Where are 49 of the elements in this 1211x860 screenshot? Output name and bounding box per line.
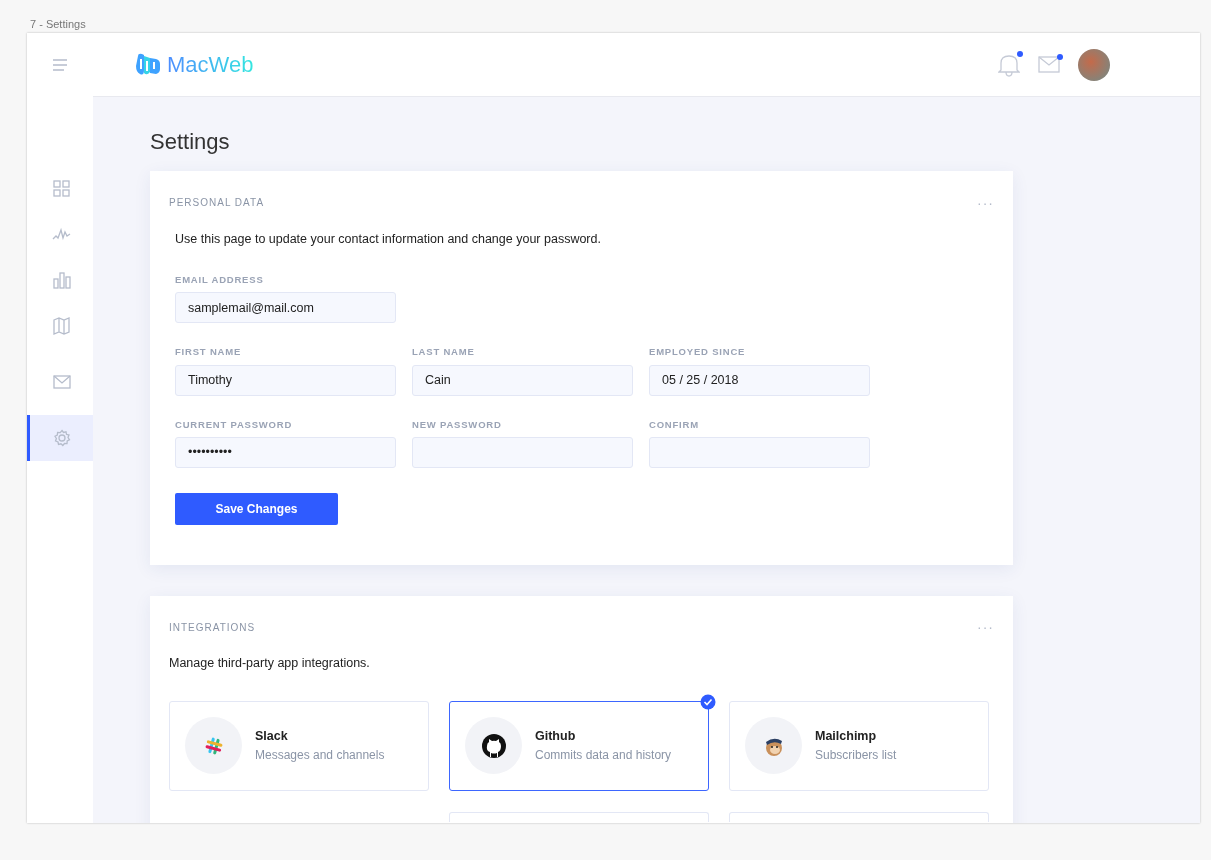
integration-name: Mailchimp [815,728,878,746]
integration-tile[interactable]: Slack Messages and channels [169,700,429,791]
section-description: Manage third-party app integrations. [169,654,371,672]
cat-logo-icon [480,732,507,759]
integration-tile[interactable] [449,811,709,822]
field-label: FIRST NAME [175,345,243,360]
field-label: CURRENT PASSWORD [175,417,294,432]
input-field[interactable]: 05 / 25 / 2018 [649,364,870,396]
field-label: NEW PASSWORD [412,417,503,432]
integration-description: Commits data and history [535,747,672,764]
input-field[interactable]: Cain [412,364,633,396]
integration-name: Github [535,728,577,746]
input-field[interactable]: Timothy [175,364,396,396]
integration-description: Messages and channels [255,747,385,764]
page-title: Settings [150,129,231,156]
mail-icon [1038,56,1060,73]
section-title: INTEGRATIONS [169,620,256,635]
dashboard-icon [53,179,70,197]
integration-tile[interactable]: Mailchimp Subscribers list [729,700,989,791]
sidebar-item[interactable] [27,415,93,461]
page-caption: 7 - Settings [30,17,86,32]
activity-icon [52,226,71,242]
logo-icon [135,52,161,77]
messages-button[interactable] [1038,56,1060,73]
check-icon [700,693,716,710]
input-field[interactable]: •••••••••• [175,436,396,468]
bar-chart-icon [52,271,71,289]
integration-description: Subscribers list [815,747,897,764]
section-description: Use this page to update your contact information and change your password. [175,231,602,249]
field-label: CONFIRM [649,417,700,432]
save-button[interactable]: Save Changes [175,492,338,525]
map-icon [53,317,70,335]
input-field[interactable] [649,436,870,468]
bell-icon [998,52,1020,77]
field-label: EMAIL ADDRESS [175,273,265,288]
integration-tile[interactable] [729,811,989,822]
mail-icon [52,375,71,389]
settings-icon [52,429,71,447]
section-title: PERSONAL DATA [169,196,265,211]
integration-name: Slack [255,728,289,746]
menu-icon[interactable] [52,59,68,71]
hash-icon [203,735,224,756]
field-label: LAST NAME [412,345,476,360]
field-label: EMPLOYED SINCE [649,345,747,360]
integration-tile[interactable]: Github Commits data and history [449,700,709,791]
input-field[interactable] [412,436,633,468]
user-avatar[interactable] [1078,48,1110,81]
notifications-button[interactable] [998,52,1020,77]
input-field[interactable]: samplemail@mail.com [175,292,396,324]
